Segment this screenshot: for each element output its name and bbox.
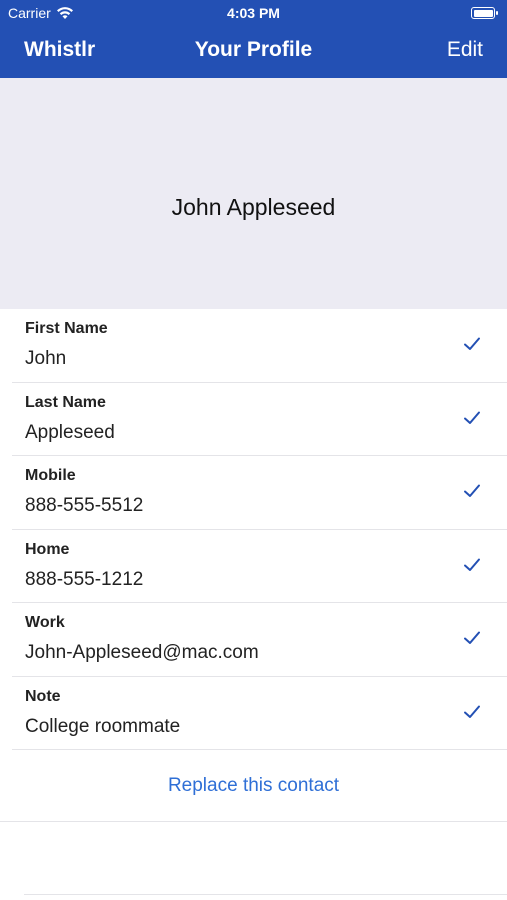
replace-contact-button[interactable]: Replace this contact	[0, 775, 507, 797]
profile-header: John Appleseed	[0, 78, 507, 309]
field-label: Work	[25, 614, 65, 631]
field-value: 888-555-1212	[25, 568, 144, 590]
checkmark-icon	[464, 558, 480, 571]
field-row-mobile[interactable]: Mobile 888-555-5512	[12, 456, 507, 530]
contact-fields-list: First Name John Last Name Appleseed Mobi…	[0, 309, 507, 750]
field-value: College roommate	[25, 715, 181, 737]
field-value: John	[25, 348, 67, 369]
field-label: Mobile	[25, 467, 76, 484]
edit-button[interactable]: Edit	[447, 38, 483, 62]
field-value: John-Appleseed@mac.com	[25, 642, 259, 663]
field-row-first-name[interactable]: First Name John	[12, 309, 507, 383]
field-value: Appleseed	[25, 421, 115, 443]
checkmark-icon	[464, 484, 480, 497]
status-bar: Carrier 4:03 PM	[0, 0, 507, 26]
field-row-work[interactable]: Work John-Appleseed@mac.com	[12, 603, 507, 677]
field-row-home[interactable]: Home 888-555-1212	[12, 530, 507, 603]
status-time: 4:03 PM	[227, 5, 280, 21]
field-label: First Name	[25, 320, 108, 337]
checkmark-icon	[464, 411, 480, 424]
back-button-whistlr[interactable]: Whistlr	[24, 38, 95, 62]
field-value: 888-555-5512	[25, 495, 144, 516]
top-bar: Carrier 4:03 PM Whistlr Your Profile Edi…	[0, 0, 507, 78]
profile-name: John Appleseed	[171, 194, 336, 220]
field-row-last-name[interactable]: Last Name Appleseed	[12, 383, 507, 456]
field-row-note[interactable]: Note College roommate	[12, 677, 507, 750]
replace-contact-row: Replace this contact	[0, 750, 507, 822]
checkmark-icon	[464, 705, 480, 718]
checkmark-icon	[464, 631, 480, 644]
navigation-bar: Whistlr Your Profile Edit	[0, 26, 507, 78]
divider	[24, 894, 507, 895]
field-label: Note	[25, 687, 61, 705]
battery-icon	[471, 7, 498, 19]
field-label: Last Name	[25, 393, 106, 411]
checkmark-icon	[464, 337, 480, 350]
field-label: Home	[25, 540, 70, 558]
